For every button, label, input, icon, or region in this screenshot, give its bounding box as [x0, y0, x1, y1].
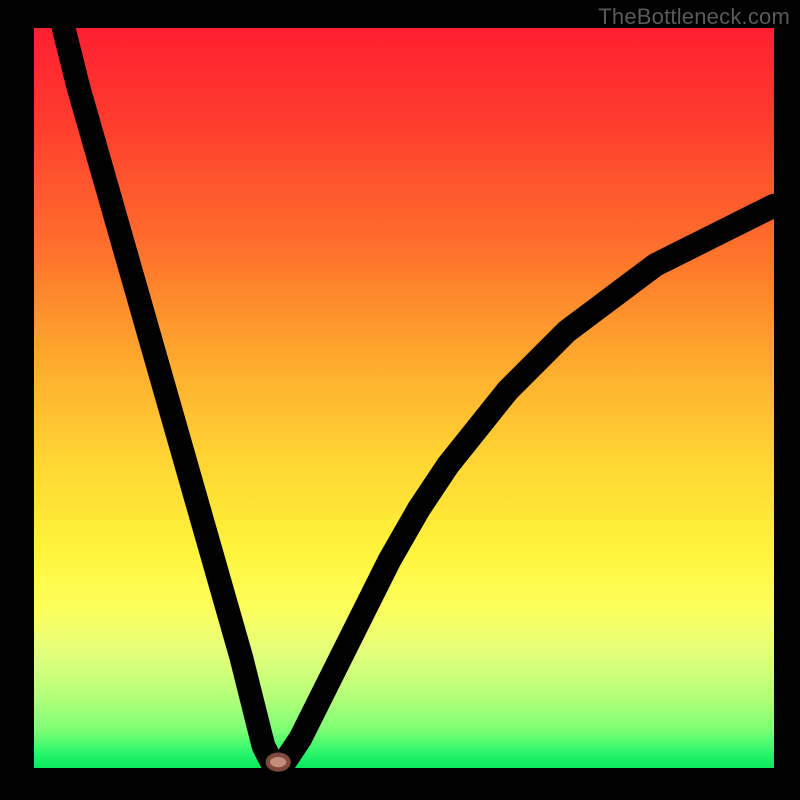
chart-svg	[34, 28, 774, 768]
plot-area	[34, 28, 774, 768]
chart-frame: TheBottleneck.com	[0, 0, 800, 800]
minimum-marker	[268, 755, 289, 770]
bottleneck-curve	[64, 28, 774, 768]
watermark-text: TheBottleneck.com	[598, 4, 790, 30]
